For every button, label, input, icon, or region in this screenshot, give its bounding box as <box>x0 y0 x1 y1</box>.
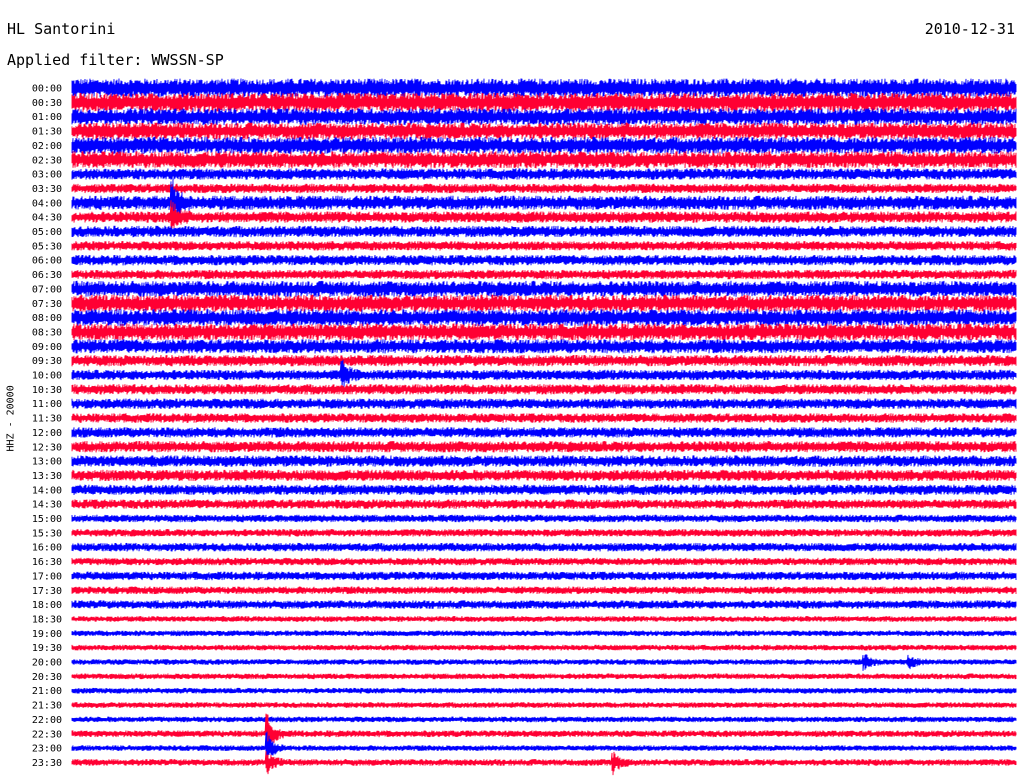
row-time-label: 03:30 <box>32 184 62 195</box>
row-time-label: 11:30 <box>32 414 62 425</box>
row-time-label: 13:00 <box>32 457 62 468</box>
trace-row <box>71 615 1017 622</box>
row-time-label: 19:30 <box>32 643 62 654</box>
trace-row <box>71 254 1017 266</box>
row-time-label: 17:30 <box>32 586 62 597</box>
row-time-label: 15:00 <box>32 514 62 525</box>
trace-row <box>71 241 1017 251</box>
trace-row <box>71 183 1017 194</box>
row-time-label: 14:00 <box>32 485 62 496</box>
row-time-label: 01:30 <box>32 127 62 138</box>
trace-row <box>71 122 1017 140</box>
row-time-label: 18:00 <box>32 600 62 611</box>
trace-row <box>71 269 1017 280</box>
row-time-label: 00:30 <box>32 98 62 109</box>
row-time-label: 10:00 <box>32 371 62 382</box>
row-time-label: 00:00 <box>32 84 62 95</box>
trace-row <box>71 469 1017 482</box>
row-time-label: 10:30 <box>32 385 62 396</box>
row-time-label: 05:30 <box>32 241 62 252</box>
trace-row <box>71 323 1017 341</box>
trace-row <box>71 280 1017 298</box>
row-time-label: 12:00 <box>32 428 62 439</box>
row-time-label: 15:30 <box>32 528 62 539</box>
row-time-label: 05:00 <box>32 227 62 238</box>
trace-row <box>71 673 1017 680</box>
trace-row <box>71 136 1017 154</box>
row-time-label: 22:30 <box>32 729 62 740</box>
trace-row <box>71 514 1017 523</box>
row-time-label: 09:30 <box>32 356 62 367</box>
trace-row <box>71 571 1017 581</box>
row-time-label: 14:30 <box>32 500 62 511</box>
row-time-label: 06:00 <box>32 256 62 267</box>
trace-row <box>71 413 1017 423</box>
row-time-label: 18:30 <box>32 614 62 625</box>
row-time-label: 21:00 <box>32 686 62 697</box>
trace-row <box>71 309 1017 327</box>
row-time-label: 06:30 <box>32 270 62 281</box>
row-time-label: 12:30 <box>32 442 62 453</box>
trace-row <box>71 499 1017 509</box>
trace-row <box>71 108 1017 126</box>
trace-row <box>71 600 1017 609</box>
row-time-label: 01:00 <box>32 112 62 123</box>
row-time-label: 02:30 <box>32 155 62 166</box>
row-time-label: 16:00 <box>32 543 62 554</box>
row-time-label: 04:30 <box>32 213 62 224</box>
row-time-label: 03:00 <box>32 170 62 181</box>
row-time-label: 07:30 <box>32 299 62 310</box>
trace-row <box>71 339 1017 354</box>
trace-row <box>71 751 1017 776</box>
row-time-label: 16:30 <box>32 557 62 568</box>
trace-row <box>71 225 1017 238</box>
row-time-label: 08:00 <box>32 313 62 324</box>
trace-row <box>71 484 1017 496</box>
trace-row <box>71 294 1017 312</box>
trace-row <box>71 542 1017 552</box>
row-time-label: 04:00 <box>32 198 62 209</box>
row-time-label: 08:30 <box>32 327 62 338</box>
trace-row <box>71 151 1017 169</box>
row-time-label: 11:00 <box>32 399 62 410</box>
seismogram-plot: 00:00 00:30 01:00 01:30 02:00 02:30 03:00 03:30… <box>32 78 1017 776</box>
trace-row <box>71 441 1017 453</box>
trace-row <box>71 455 1017 467</box>
trace-row <box>71 529 1017 537</box>
trace-row <box>71 644 1017 651</box>
row-time-label: 02:00 <box>32 141 62 152</box>
row-time-label: 20:30 <box>32 672 62 683</box>
row-time-label: 19:00 <box>32 629 62 640</box>
row-time-label: 22:00 <box>32 715 62 726</box>
row-time-label: 09:00 <box>32 342 62 353</box>
trace-row <box>71 92 1017 112</box>
row-time-label: 13:30 <box>32 471 62 482</box>
trace-row <box>71 557 1017 566</box>
trace-row <box>71 427 1017 438</box>
row-time-label: 23:00 <box>32 744 62 755</box>
trace-row <box>71 586 1017 595</box>
trace-row <box>71 398 1017 409</box>
row-time-label: 20:00 <box>32 658 62 669</box>
row-time-label: 23:30 <box>32 758 62 769</box>
trace-row <box>71 354 1017 367</box>
trace-row <box>71 384 1017 395</box>
trace-row <box>71 716 1017 723</box>
trace-row <box>71 630 1017 637</box>
trace-row <box>71 702 1017 709</box>
row-time-label: 21:30 <box>32 701 62 712</box>
trace-row <box>71 654 1017 671</box>
row-time-label: 17:00 <box>32 571 62 582</box>
trace-row <box>71 168 1017 180</box>
trace-row <box>71 687 1017 694</box>
row-time-label: 07:00 <box>32 284 62 295</box>
